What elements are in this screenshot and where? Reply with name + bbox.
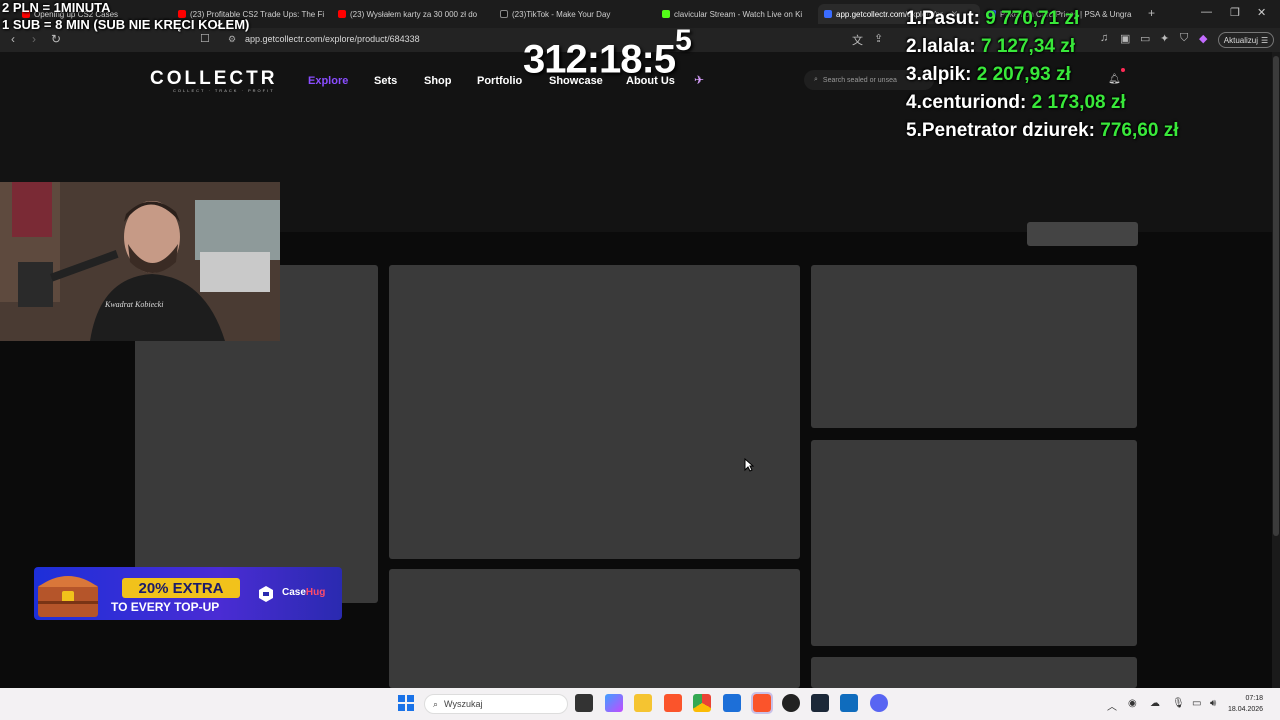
casehug-brand: CaseHug <box>282 587 326 598</box>
bookmark-icon[interactable]: ☐ <box>200 32 210 45</box>
taskbar-clock[interactable]: 07:18 18.04.2026 <box>1228 693 1263 715</box>
browser-tab[interactable]: (23) Wysłałem karty za 30 000 zł do <box>338 4 484 24</box>
translate-icon[interactable]: 文 <box>852 32 863 48</box>
nav-explore[interactable]: Explore <box>308 75 348 87</box>
sub-rule-text: 1 SUB = 8 MIN (SUB NIE KRĘCI KOŁEM) <box>2 17 250 32</box>
donation-rule-text: 2 PLN = 1MINUTA <box>2 0 111 15</box>
windows-start-icon[interactable] <box>397 694 415 712</box>
loading-button-skeleton <box>1027 222 1138 246</box>
restore-icon[interactable]: ❐ <box>1230 6 1240 19</box>
brave-browser-icon[interactable] <box>664 694 682 712</box>
tray-cloud-icon[interactable]: ☁ <box>1150 698 1160 709</box>
microphone-icon[interactable]: 🎙︎ <box>1172 698 1185 709</box>
kick-icon <box>662 10 670 18</box>
media-icon[interactable]: ♫ <box>1100 32 1108 44</box>
leaderboard-row: 5.Penetrator dziurek: 776,60 zł <box>906 120 1179 141</box>
back-icon[interactable]: ‹ <box>11 32 15 46</box>
obs-icon[interactable] <box>782 694 800 712</box>
collectr-plus-icon[interactable]: ✈ <box>694 73 704 87</box>
leaderboard-row: 4.centuriond: 2 173,08 zł <box>906 92 1126 113</box>
discord-icon[interactable] <box>870 694 888 712</box>
promo-subline: TO EVERY TOP-UP <box>111 600 220 614</box>
vpn-icon[interactable]: ⛉ <box>1180 32 1188 45</box>
volume-icon[interactable]: 🔊︎ <box>1210 698 1216 709</box>
sidebar-icon[interactable]: ▣ <box>1120 32 1130 45</box>
subathon-timer: 312:18:55 <box>523 24 692 82</box>
new-tab-icon[interactable]: + <box>1148 6 1155 20</box>
promo-headline: 20% EXTRA <box>122 578 240 598</box>
browser-tab[interactable]: clavicular Stream - Watch Live on Ki <box>662 4 808 24</box>
url-field[interactable]: app.getcollectr.com/explore/product/6843… <box>245 34 420 44</box>
brave-active-icon[interactable] <box>751 692 773 714</box>
sidebar-card-skeleton <box>811 657 1137 688</box>
reload-icon[interactable]: ↻ <box>51 32 61 46</box>
close-window-icon[interactable]: ✕ <box>1257 6 1266 19</box>
site-info-icon[interactable]: ⚙ <box>228 34 236 45</box>
taskbar-search-input[interactable]: ⌕ Wyszukaj <box>424 694 568 714</box>
search-icon: ⌕ <box>433 698 439 709</box>
photos-icon[interactable] <box>840 694 858 712</box>
copilot-icon[interactable] <box>605 694 623 712</box>
update-button[interactable]: Aktualizuj ☰ <box>1218 32 1274 48</box>
store-icon[interactable] <box>723 694 741 712</box>
steam-icon[interactable] <box>811 694 829 712</box>
product-details-skeleton <box>389 265 800 559</box>
leaderboard-row: 2.lalala: 7 127,34 zł <box>906 36 1076 57</box>
notifications-bell-icon[interactable]: 🔔︎ <box>1108 74 1121 85</box>
tiktok-icon <box>500 10 508 18</box>
leo-icon[interactable]: ◆ <box>1199 32 1207 45</box>
nav-portfolio[interactable]: Portfolio <box>477 75 522 87</box>
search-icon: ⌕ <box>814 76 818 83</box>
network-icon[interactable]: ▭ <box>1192 698 1201 709</box>
treasure-chest-icon <box>38 576 98 617</box>
minimize-icon[interactable]: — <box>1201 6 1212 18</box>
forward-icon[interactable]: › <box>32 32 36 46</box>
nav-shop[interactable]: Shop <box>424 75 452 87</box>
casehug-logo-icon <box>259 586 273 602</box>
share-icon[interactable]: ⇪ <box>874 32 883 45</box>
menu-icon: ☰ <box>1261 35 1269 45</box>
tray-chevron-icon[interactable]: ︿ <box>1107 698 1117 713</box>
leaderboard-row: 3.alpik: 2 207,93 zł <box>906 64 1071 85</box>
wallet-icon[interactable]: ▭ <box>1140 32 1150 45</box>
scrollbar-thumb[interactable] <box>1273 56 1279 536</box>
task-view-icon[interactable] <box>575 694 593 712</box>
mouse-cursor-icon <box>744 458 754 472</box>
nav-sets[interactable]: Sets <box>374 75 397 87</box>
collectr-favicon-icon <box>824 10 832 18</box>
sidebar-card-skeleton <box>811 265 1137 428</box>
streamer-webcam: Kwadrat Kobiecki <box>0 182 280 341</box>
browser-tab[interactable]: (23)TikTok - Make Your Day <box>500 4 646 24</box>
leaderboard-row: 1.Pasut: 9 770,71 zł <box>906 8 1080 29</box>
logo-tagline: COLLECT · TRACK · PROFIT <box>173 88 275 93</box>
price-history-skeleton <box>389 569 800 688</box>
sidebar-card-skeleton <box>811 440 1137 646</box>
notification-dot <box>1121 68 1125 72</box>
collectr-logo[interactable]: COLLECTR <box>150 68 277 90</box>
file-explorer-icon[interactable] <box>634 694 652 712</box>
tray-app-icon[interactable]: ◉ <box>1128 698 1137 709</box>
screen: Opening up CS2 Cases (23) Profitable CS2… <box>0 0 1280 720</box>
youtube-icon <box>338 10 346 18</box>
chrome-icon[interactable] <box>693 694 711 712</box>
extensions-icon[interactable]: ✦ <box>1160 32 1169 45</box>
webcam-image: Kwadrat Kobiecki <box>0 182 280 341</box>
webcam-shirt-text: Kwadrat Kobiecki <box>104 300 163 309</box>
